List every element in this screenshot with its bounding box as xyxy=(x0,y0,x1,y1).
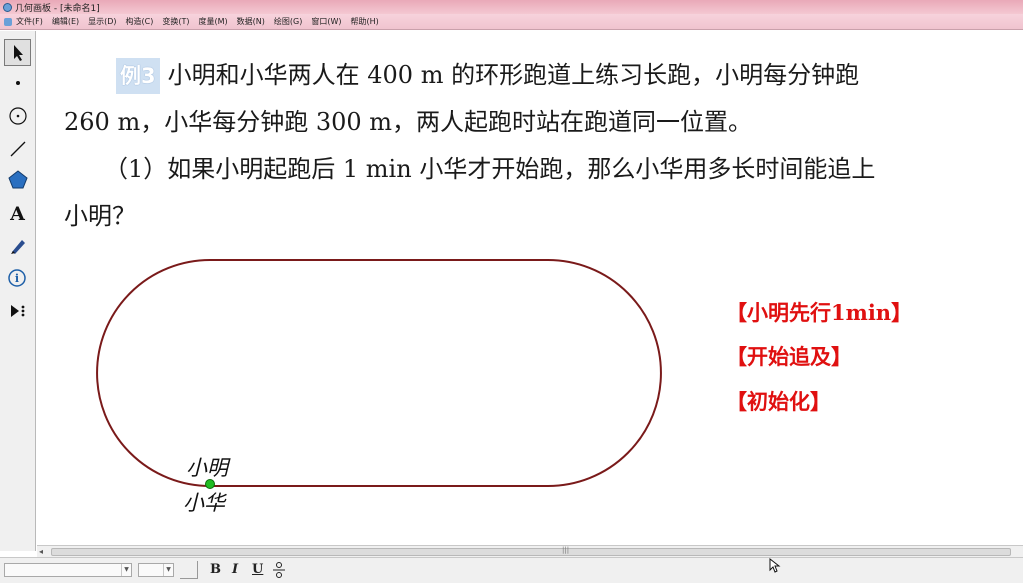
scrollbar-thumb[interactable] xyxy=(51,548,1011,556)
bold-button[interactable]: B xyxy=(210,562,221,577)
runner-label-xiaohua: 小华 xyxy=(183,491,225,515)
math-format-icon[interactable] xyxy=(272,561,286,579)
runner-label-xiaoming: 小明 xyxy=(186,456,228,480)
start-chase-button[interactable]: 【开始追及】 xyxy=(726,341,852,371)
italic-button[interactable]: I xyxy=(232,562,238,577)
font-size-select[interactable]: ▼ xyxy=(138,563,174,577)
running-track-diagram xyxy=(96,259,662,489)
text-format-bar: ▼ ▼ B I U xyxy=(0,557,1023,583)
font-family-select[interactable]: ▼ xyxy=(4,563,132,577)
underline-button[interactable]: U xyxy=(252,562,263,577)
reset-button[interactable]: 【初始化】 xyxy=(726,386,831,416)
horizontal-scrollbar[interactable]: ◂ ||| xyxy=(37,545,1023,557)
chevron-down-icon[interactable]: ▼ xyxy=(163,564,173,576)
scrollbar-grip-icon: ||| xyxy=(562,546,570,554)
scroll-left-icon[interactable]: ◂ xyxy=(39,547,43,556)
mouse-cursor-icon xyxy=(769,558,781,573)
lead-1min-button[interactable]: 【小明先行1min】 xyxy=(726,297,912,327)
running-track xyxy=(96,259,662,487)
text-color-swatch[interactable] xyxy=(180,561,198,579)
chevron-down-icon[interactable]: ▼ xyxy=(121,564,131,576)
